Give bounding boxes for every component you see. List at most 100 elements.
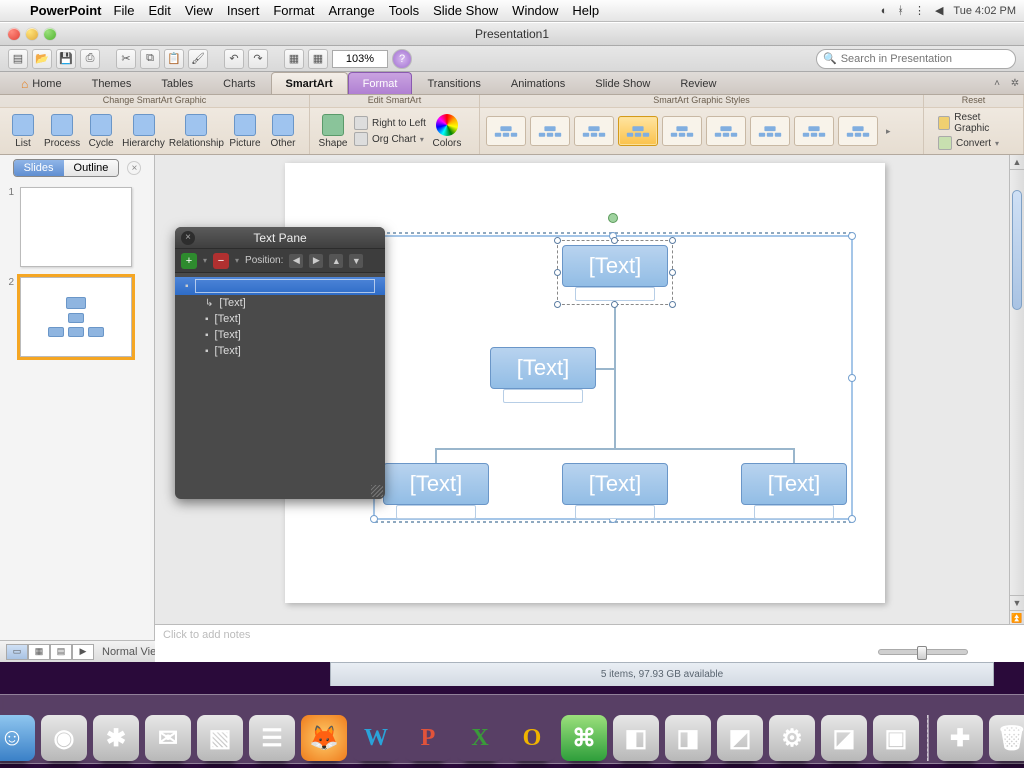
normal-view-button[interactable]: ▭ [6,644,28,660]
org-caption[interactable] [575,287,655,301]
org-caption[interactable] [396,505,476,519]
text-pane[interactable]: × Text Pane + ▾ − ▾ Position: ◀ ▶ ▲ ▼ ▪ … [175,227,385,499]
menu-slideshow[interactable]: Slide Show [433,3,498,18]
convert-button[interactable]: Convert▾ [938,136,1009,150]
style-thumb-7[interactable] [750,116,790,146]
text-pane-item[interactable]: ▪[Text] [175,311,385,327]
reset-graphic-button[interactable]: Reset Graphic [938,112,1009,134]
smartart-hierarchy-button[interactable]: Hierarchy [122,114,165,149]
slide-thumbnail-2[interactable] [20,277,132,357]
tab-format[interactable]: Format [348,72,413,94]
tab-charts[interactable]: Charts [208,72,270,94]
colors-button[interactable]: Colors [430,114,464,149]
org-caption[interactable] [754,505,834,519]
org-node-assistant[interactable]: [Text] [490,347,596,389]
format-painter-button[interactable]: 🖌 [188,49,208,69]
scroll-down-button[interactable]: ▼ [1010,595,1024,610]
scroll-track[interactable] [1010,170,1024,595]
move-up-button[interactable]: ▲ [329,254,343,268]
dock-excel-icon[interactable]: X [457,715,503,761]
vertical-scrollbar[interactable]: ▲ ▼ ⏫ ⏬ [1009,155,1024,640]
slide-outline-segment[interactable]: Slides Outline [13,159,120,177]
help-button[interactable]: ? [392,49,412,69]
notes-pane[interactable]: Click to add notes [155,624,1024,662]
menu-arrange[interactable]: Arrange [329,3,375,18]
move-right-button[interactable]: ▶ [309,254,323,268]
dock-applications-stack[interactable]: ✚ [937,715,983,761]
smartart-process-button[interactable]: Process [44,114,80,149]
text-pane-item[interactable]: ↳[Text] [175,295,385,311]
resize-handle-se[interactable] [848,515,856,523]
remove-item-button[interactable]: − [213,253,229,269]
print-button[interactable]: ⎙ [80,49,100,69]
menu-view[interactable]: View [185,3,213,18]
org-caption[interactable] [575,505,655,519]
text-pane-item-selected[interactable]: ▪ [175,277,385,295]
org-node-child-1[interactable]: [Text] [383,463,489,505]
outline-tab[interactable]: Outline [64,160,119,176]
slide-layout-button[interactable]: ▦ [284,49,304,69]
tab-animations[interactable]: Animations [496,72,580,94]
undo-button[interactable]: ↶ [224,49,244,69]
cut-button[interactable]: ✂ [116,49,136,69]
smartart-picture-button[interactable]: Picture [228,114,262,149]
dock-app-icon[interactable]: ▣ [873,715,919,761]
tab-review[interactable]: Review [665,72,731,94]
window-titlebar[interactable]: Presentation1 [0,23,1024,46]
reading-view-button[interactable]: ▤ [50,644,72,660]
slide-master-button[interactable]: ▦ [308,49,328,69]
dock-safari-icon[interactable]: ✱ [93,715,139,761]
dock-powerpoint-icon[interactable]: P [405,715,451,761]
new-doc-button[interactable]: ▤ [8,49,28,69]
dock-dashboard-icon[interactable]: ◉ [41,715,87,761]
dock-preview-icon[interactable]: ▧ [197,715,243,761]
volume-icon[interactable]: ◀ [935,4,943,17]
scroll-up-button[interactable]: ▲ [1010,155,1024,170]
rotate-handle[interactable] [608,213,618,223]
smartart-cycle-button[interactable]: Cycle [84,114,118,149]
notes-drag-handle[interactable] [560,155,620,158]
dock-finder-icon[interactable]: ☺ [0,715,35,761]
ribbon-collapse-button[interactable]: ˄ [988,72,1006,94]
dock-app-icon[interactable]: ◪ [821,715,867,761]
menu-help[interactable]: Help [572,3,599,18]
wifi-icon[interactable]: ⋮ [914,4,925,17]
search-input[interactable] [841,53,1009,65]
menu-insert[interactable]: Insert [227,3,260,18]
style-thumb-4-selected[interactable] [618,116,658,146]
redo-button[interactable]: ↷ [248,49,268,69]
dock-firefox-icon[interactable]: 🦊 [301,715,347,761]
dock-automator-icon[interactable]: ⚙ [769,715,815,761]
zoom-slider-knob[interactable] [917,646,927,660]
tab-slideshow[interactable]: Slide Show [580,72,665,94]
zoom-combo[interactable]: 103% [332,50,388,68]
text-pane-item[interactable]: ▪[Text] [175,343,385,359]
dock-app-icon[interactable]: ◨ [665,715,711,761]
style-thumb-6[interactable] [706,116,746,146]
tab-tables[interactable]: Tables [146,72,208,94]
dock-grab-icon[interactable]: ☰ [249,715,295,761]
resize-handle-sw[interactable] [370,515,378,523]
smartart-list-button[interactable]: List [6,114,40,149]
org-node-root[interactable]: [Text] [562,245,668,287]
search-box[interactable]: 🔍 [816,49,1016,69]
dock-outlook-icon[interactable]: O [509,715,555,761]
text-pane-close-button[interactable]: × [181,231,195,245]
dock-messenger-icon[interactable]: ⌘ [561,715,607,761]
smartart-relationship-button[interactable]: Relationship [169,114,224,149]
style-thumb-3[interactable] [574,116,614,146]
dock-app-icon[interactable]: ◩ [717,715,763,761]
style-thumb-5[interactable] [662,116,702,146]
sorter-view-button[interactable]: ▦ [28,644,50,660]
sync-icon[interactable]: ◐ [881,5,888,17]
prev-slide-button[interactable]: ⏫ [1010,610,1024,625]
menu-window[interactable]: Window [512,3,558,18]
smartart-container[interactable]: [Text] [Text] [Text] [Text] [Text] [373,235,853,520]
app-name[interactable]: PowerPoint [30,3,102,18]
paste-button[interactable]: 📋 [164,49,184,69]
org-node-child-3[interactable]: [Text] [741,463,847,505]
notes-placeholder[interactable]: Click to add notes [163,629,250,641]
menu-tools[interactable]: Tools [389,3,419,18]
slide-thumbnail-1[interactable] [20,187,132,267]
bluetooth-icon[interactable]: ᚼ [897,5,904,17]
